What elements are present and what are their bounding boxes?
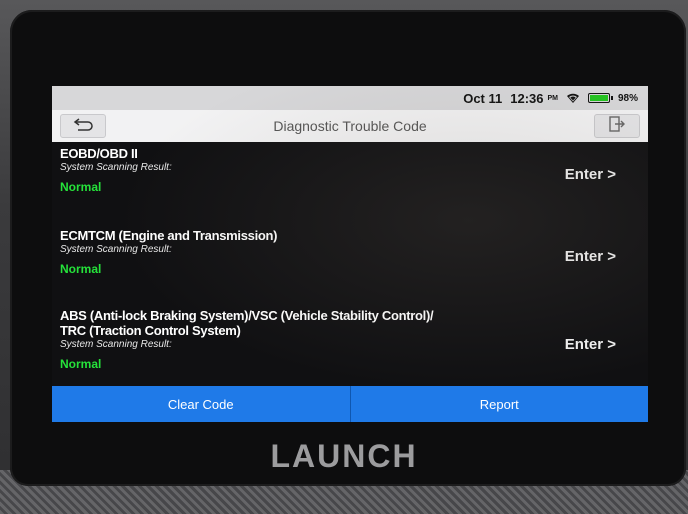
action-bar: Clear Code Report bbox=[52, 386, 648, 422]
exit-icon bbox=[608, 115, 626, 137]
system-status: Normal bbox=[60, 262, 102, 276]
system-status: Normal bbox=[60, 180, 102, 194]
enter-button[interactable]: Enter > bbox=[565, 248, 616, 265]
system-item[interactable]: EOBD/OBD II System Scanning Result: Norm… bbox=[52, 146, 648, 195]
system-name: EOBD/OBD II bbox=[60, 146, 138, 161]
status-date: Oct 11 bbox=[463, 90, 503, 106]
system-item[interactable]: ECMTCM (Engine and Transmission) System … bbox=[52, 228, 648, 277]
system-result-label: System Scanning Result: bbox=[60, 244, 172, 255]
enter-button[interactable]: Enter > bbox=[565, 166, 616, 183]
status-bar: Oct 11 12:36 PM 98% bbox=[52, 86, 648, 110]
system-name-line2: TRC (Traction Control System) bbox=[60, 323, 241, 338]
system-result-label: System Scanning Result: bbox=[60, 162, 172, 173]
battery-icon bbox=[587, 93, 613, 103]
device-screen: Oct 11 12:36 PM 98% Diagnostic Trouble C… bbox=[52, 86, 648, 422]
system-result-label: System Scanning Result: bbox=[60, 339, 172, 350]
clear-code-button[interactable]: Clear Code bbox=[52, 386, 351, 422]
wifi-icon bbox=[566, 93, 580, 104]
status-ampm: PM bbox=[547, 94, 558, 102]
system-item[interactable]: ABS (Anti-lock Braking System)/VSC (Vehi… bbox=[52, 308, 648, 372]
system-status: Normal bbox=[60, 357, 102, 371]
battery-percent: 98% bbox=[617, 92, 638, 104]
back-button[interactable] bbox=[60, 114, 106, 138]
status-time: 12:36 bbox=[510, 90, 544, 106]
brand-logo: LAUNCH bbox=[270, 438, 418, 474]
enter-button[interactable]: Enter > bbox=[565, 336, 616, 353]
report-button[interactable]: Report bbox=[350, 386, 648, 422]
battery-fill bbox=[589, 95, 608, 101]
back-arrow-icon bbox=[72, 117, 94, 136]
system-name-line1: ABS (Anti-lock Braking System)/VSC (Vehi… bbox=[60, 308, 434, 323]
system-name: ECMTCM (Engine and Transmission) bbox=[60, 228, 278, 243]
title-bar: Diagnostic Trouble Code bbox=[52, 110, 648, 142]
exit-button[interactable] bbox=[594, 114, 640, 138]
page-title: Diagnostic Trouble Code bbox=[273, 118, 427, 134]
